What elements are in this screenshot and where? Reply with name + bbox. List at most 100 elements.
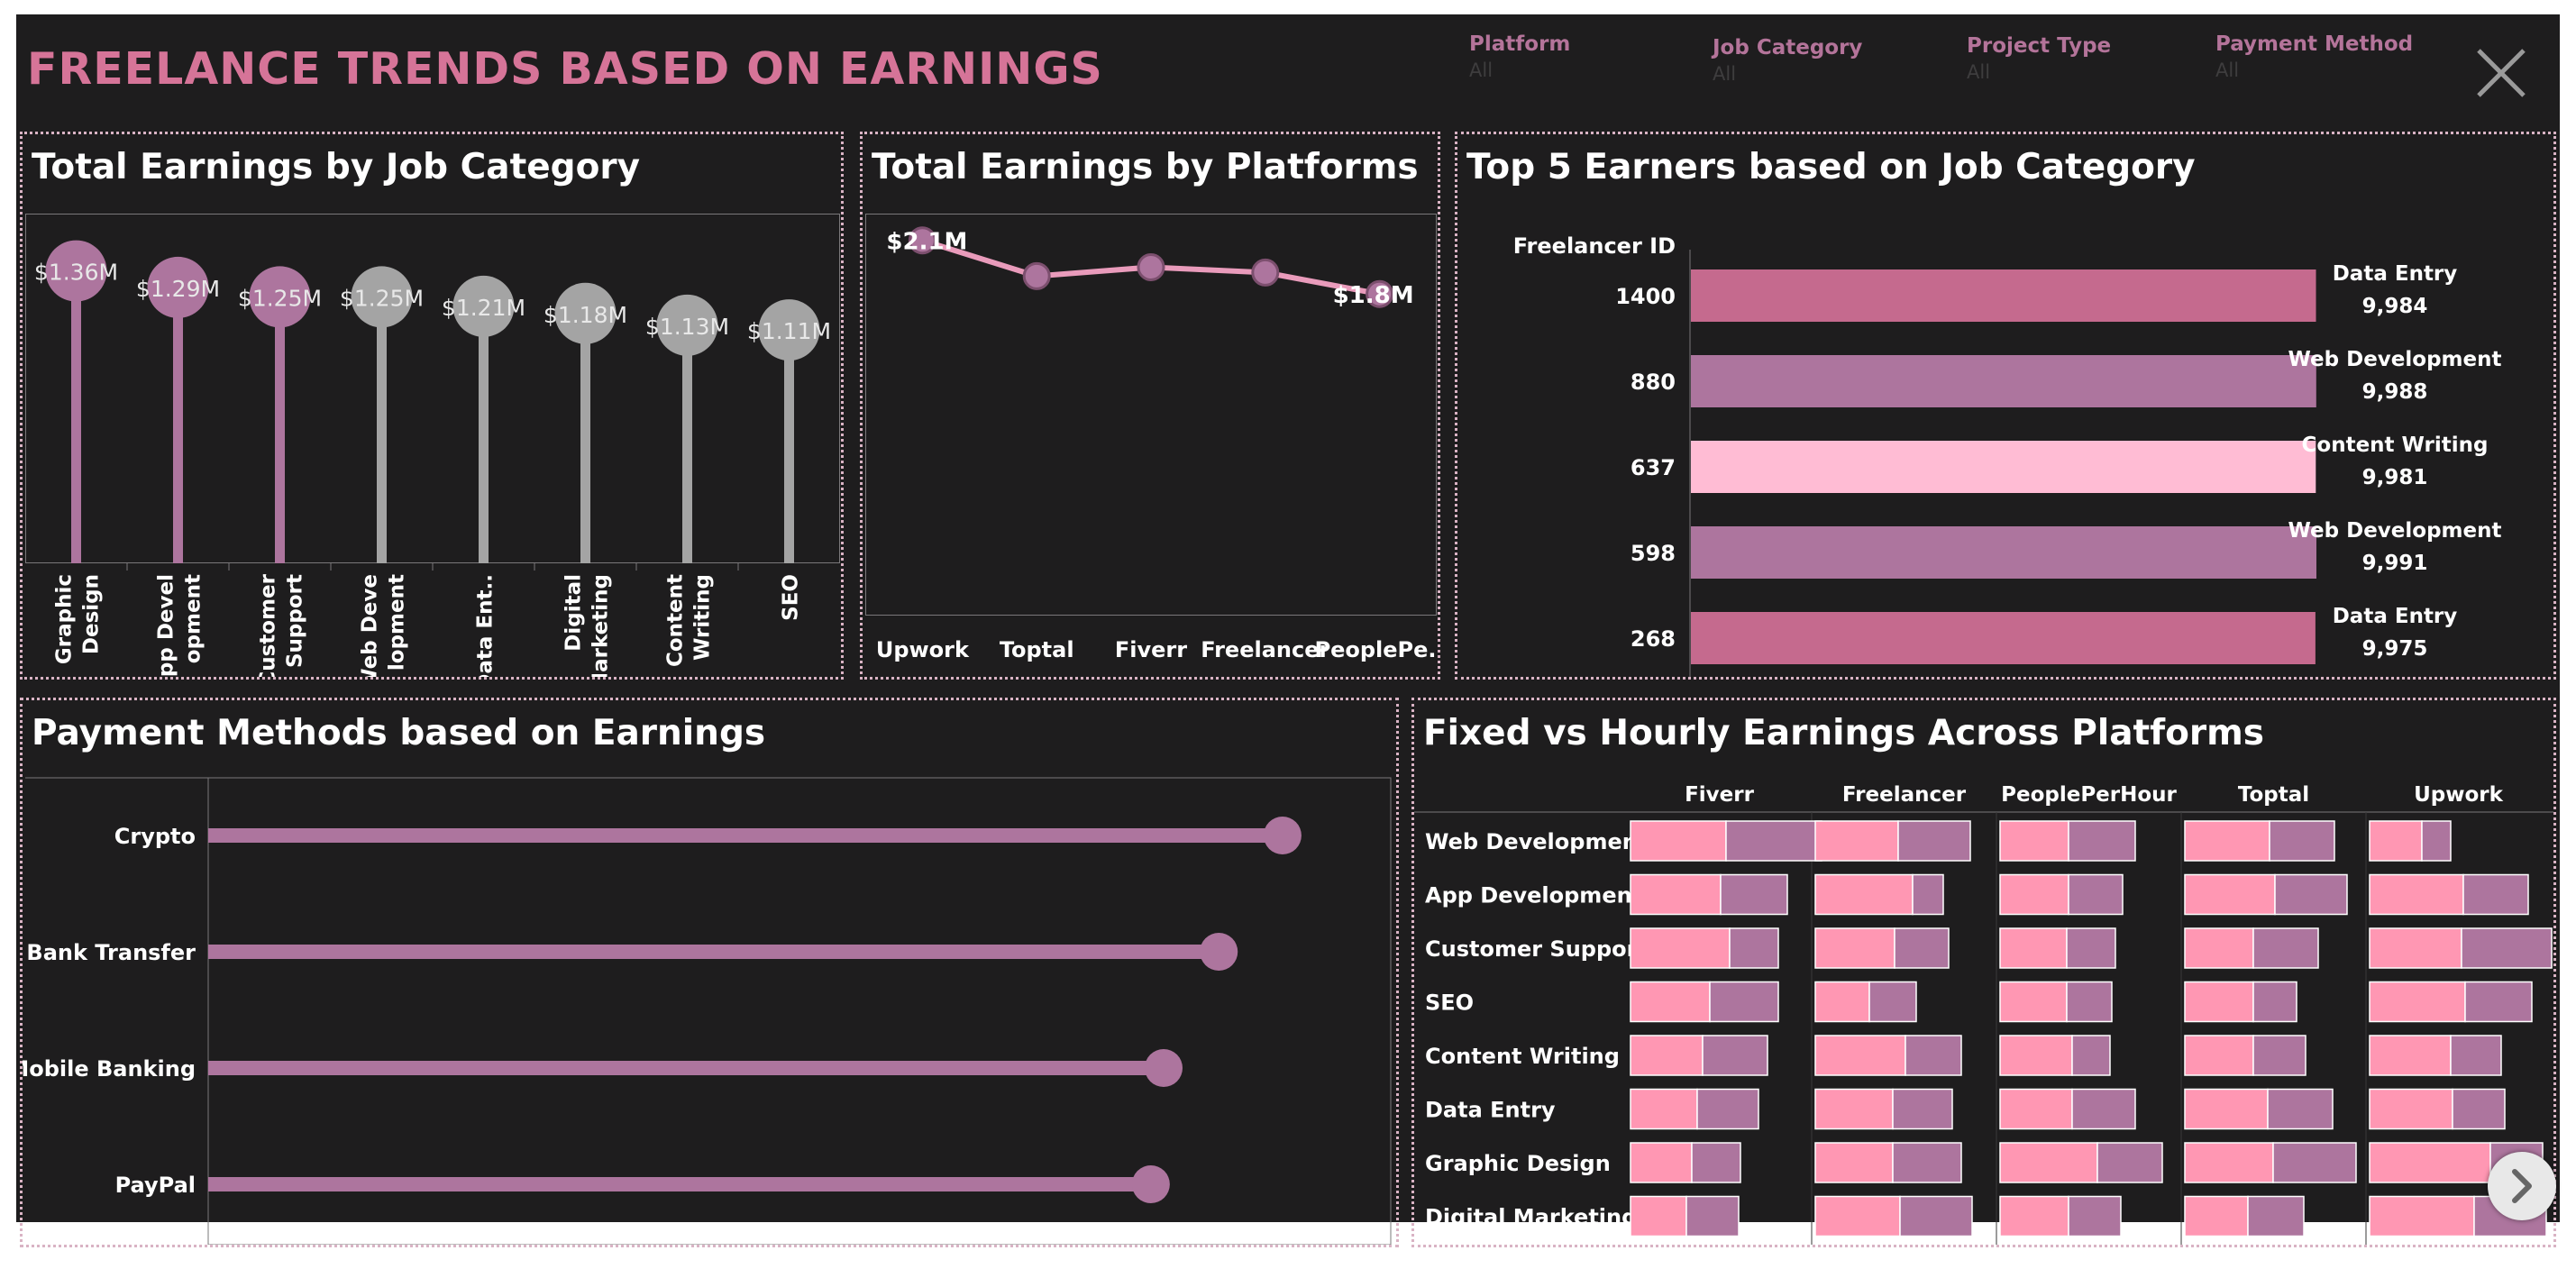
x-tick-label-line: Digital	[562, 574, 586, 652]
bar-segment-fixed	[1814, 820, 1899, 862]
bar-segment-hourly	[1702, 1035, 1768, 1076]
data-label: $1.25M	[340, 285, 424, 311]
lollipop-head	[1263, 817, 1302, 854]
next-page-button[interactable]	[2488, 1152, 2556, 1220]
x-tick-label: Freelancer	[1201, 637, 1329, 662]
row-label: Customer Support	[1425, 936, 1648, 962]
bar-segment-hourly	[2252, 927, 2319, 969]
bar-segment-hourly	[2464, 981, 2533, 1023]
bar-segment-fixed	[2369, 1142, 2491, 1183]
bar-segment-hourly	[2066, 981, 2113, 1023]
bar-segment-hourly	[1892, 1142, 1962, 1183]
x-tick-label-line: Marketing	[589, 574, 613, 677]
data-label: $1.8M	[1333, 282, 1414, 309]
data-label: $1.11M	[747, 318, 831, 344]
bar-segment-fixed	[2369, 927, 2462, 969]
lollipop-head	[1145, 1049, 1183, 1087]
close-button[interactable]	[2473, 45, 2529, 101]
filter-value: All	[1469, 59, 1494, 81]
data-point	[1022, 261, 1051, 290]
bar-segment-hourly	[1691, 1142, 1741, 1183]
stacked-bar-matrix: Fiverr Freelancer PeoplePerHour Toptal Upwor…	[1414, 783, 2553, 1245]
bar-chart-top-earners: Freelancer ID 1400 Data Entry 9,984 880 Web D…	[1513, 233, 2502, 677]
y-tick-label: 1400	[1615, 284, 1676, 309]
filter-value: All	[1713, 63, 1737, 85]
y-tick-label: Crypto	[114, 824, 196, 849]
bar-segment-fixed	[1630, 1088, 1698, 1130]
y-tick-label: 637	[1631, 455, 1676, 480]
bar-category-label: Web Development	[2288, 348, 2502, 371]
lollipop-head	[1131, 1165, 1170, 1203]
x-tick-label: Graphic Design	[53, 574, 104, 664]
bar-segment-fixed	[1630, 927, 1731, 969]
filter-platform[interactable]: Platform All	[1469, 32, 1570, 81]
bar-category-label: Content Writing	[2302, 434, 2489, 457]
row-label: Digital Marketing	[1425, 1205, 1637, 1230]
column-header: Upwork	[2414, 783, 2504, 807]
y-tick-label: 880	[1631, 370, 1676, 395]
y-tick-label: Bank Transfer	[26, 940, 196, 965]
plot-area	[207, 777, 1392, 1245]
bar-segment-fixed	[1814, 927, 1895, 969]
bar-category-label: Data Entry	[2333, 262, 2458, 286]
bar-segment-hourly	[1720, 873, 1788, 916]
x-tick-label-line: Data Ent..	[474, 574, 498, 677]
x-tick-label: PeoplePe..	[1315, 637, 1438, 662]
x-tick-label: Fiverr	[1115, 637, 1187, 662]
x-tick-label-line: Graphic	[53, 574, 77, 664]
x-tick-label-line: Support	[284, 574, 307, 668]
row-label: Web Development	[1425, 829, 1648, 854]
bar-segment-fixed	[2369, 820, 2423, 862]
panel-top-earners: Top 5 Earners based on Job Category Free…	[1455, 132, 2556, 680]
bar-segment-hourly	[2421, 820, 2452, 862]
bar-segment-fixed	[2184, 820, 2270, 862]
x-tick-label: Content Writing	[664, 574, 715, 667]
bar	[1691, 612, 2316, 664]
bar-segment-fixed	[2369, 981, 2466, 1023]
bar-segment-fixed	[1814, 1195, 1901, 1237]
bar-value-label: 9,991	[2362, 552, 2428, 575]
bar-segment-hourly	[1905, 1035, 1962, 1076]
bar-segment-hourly	[1868, 981, 1917, 1023]
bar-segment-fixed	[1630, 1035, 1704, 1076]
data-label: $1.25M	[238, 285, 322, 311]
filter-label: Platform	[1469, 32, 1571, 56]
y-axis-title: Freelancer ID	[1513, 233, 1676, 259]
filter-payment-method[interactable]: Payment Method All	[2215, 32, 2413, 81]
row-label: Content Writing	[1425, 1044, 1620, 1069]
x-tick-label: Data Ent..	[474, 574, 498, 677]
bar-segment-fixed	[2184, 927, 2254, 969]
bar-segment-fixed	[2184, 981, 2254, 1023]
line-chart-platform: $2.1M Upwork Toptal Fiverr Freelancer $1.8M Pe…	[876, 226, 1438, 662]
bar-segment-hourly	[2068, 1195, 2122, 1237]
bar-segment-hourly	[1696, 1088, 1759, 1130]
bar-segment-hourly	[2269, 820, 2335, 862]
bar-segment-fixed	[1630, 981, 1711, 1023]
bar-segment-hourly	[2071, 1088, 2136, 1130]
bar-segment-fixed	[1630, 820, 1727, 862]
panel-earnings-by-platform: Total Earnings by Platforms $2.1M Upwork T…	[860, 132, 1440, 680]
bar-segment-fixed	[2184, 1035, 2254, 1076]
x-tick-label-line: Writing	[691, 574, 715, 661]
bar-segment-fixed	[1630, 873, 1722, 916]
x-tick-label: Customer Support	[257, 573, 307, 677]
x-tick-label: App Devel opment	[155, 574, 206, 677]
bar	[1691, 269, 2316, 322]
bar-segment-fixed	[1999, 1035, 2073, 1076]
bar-segment-fixed	[1999, 1195, 2069, 1237]
bar-segment-fixed	[1814, 873, 1914, 916]
lollipop-chart-job-category: $1.36M Graphic Design $1.29M App Devel opment…	[34, 240, 831, 677]
x-tick-label-line: App Devel	[155, 574, 178, 677]
bar-segment-hourly	[2068, 873, 2124, 916]
filter-job-category[interactable]: Job Category All	[1713, 36, 1862, 85]
bar-segment-fixed	[2184, 1088, 2269, 1130]
dashboard-title: FREELANCE TRENDS BASED ON EARNINGS	[27, 43, 1103, 95]
bar-segment-fixed	[2369, 873, 2464, 916]
bar-segment-fixed	[1999, 927, 2068, 969]
bar	[1691, 441, 2316, 493]
filter-project-type[interactable]: Project Type All	[1967, 34, 2111, 83]
column-header: PeoplePerHour	[2001, 783, 2177, 807]
y-tick-label: 598	[1631, 541, 1676, 566]
panel-fixed-vs-hourly: Fixed vs Hourly Earnings Across Platform…	[1411, 698, 2556, 1247]
x-tick-label: Upwork	[876, 637, 970, 662]
